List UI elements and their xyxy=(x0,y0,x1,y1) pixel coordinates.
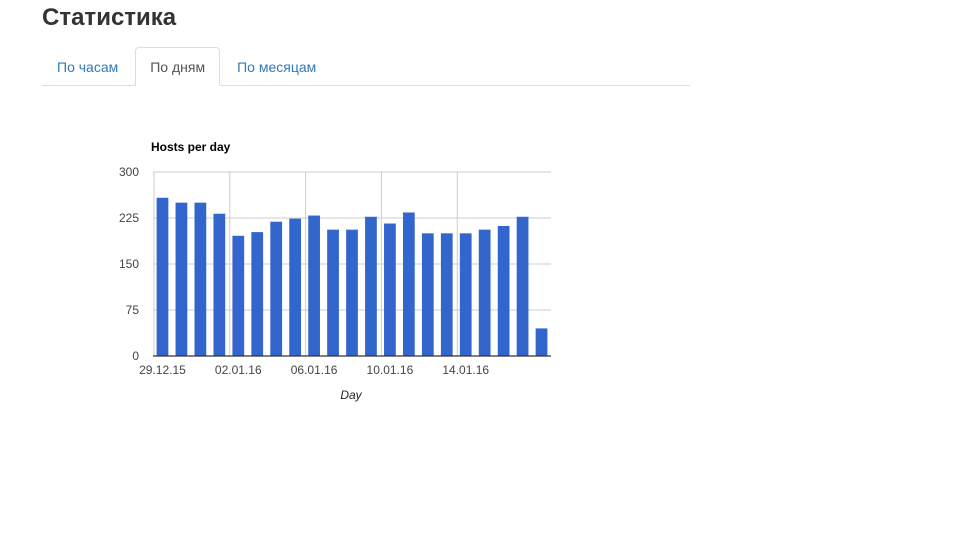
x-tick-label: 29.12.15 xyxy=(139,363,186,377)
x-tick-label: 10.01.16 xyxy=(367,363,414,377)
bar-04.01.16 xyxy=(270,221,283,356)
x-tick-label: 02.01.16 xyxy=(215,363,262,377)
bar-14.01.16 xyxy=(459,233,472,356)
bar-08.01.16 xyxy=(346,229,358,356)
bar-01.01.16 xyxy=(213,213,226,356)
y-tick-label: 0 xyxy=(132,349,139,363)
bar-15.01.16 xyxy=(478,229,491,356)
bar-29.12.15 xyxy=(156,197,169,356)
chart-title: Hosts per day xyxy=(151,140,231,154)
bar-03.01.16 xyxy=(251,232,264,356)
bar-12.01.16 xyxy=(421,233,434,356)
y-tick-label: 225 xyxy=(119,211,139,225)
bar-06.01.16 xyxy=(308,215,320,356)
x-tick-label: 14.01.16 xyxy=(442,363,489,377)
bar-30.12.15 xyxy=(175,202,188,356)
bar-16.01.16 xyxy=(497,225,510,356)
bar-17.01.16 xyxy=(516,216,529,356)
bar-31.12.15 xyxy=(194,202,207,356)
bar-02.01.16 xyxy=(232,235,245,356)
y-tick-label: 300 xyxy=(119,165,139,179)
bar-09.01.16 xyxy=(365,216,377,356)
bar-18.01.16 xyxy=(535,328,548,356)
bar-05.01.16 xyxy=(289,218,302,356)
y-tick-label: 150 xyxy=(119,257,139,271)
bar-11.01.16 xyxy=(402,212,415,356)
y-tick-label: 75 xyxy=(126,303,140,317)
x-tick-label: 06.01.16 xyxy=(291,363,338,377)
hosts-per-day-chart: Hosts per day 0 75 150 225 300 29.12.15 02.01.… xyxy=(119,140,551,402)
bar-10.01.16 xyxy=(384,223,396,356)
x-axis-label: Day xyxy=(340,388,362,402)
bar-13.01.16 xyxy=(440,233,453,356)
bar-07.01.16 xyxy=(327,229,339,356)
